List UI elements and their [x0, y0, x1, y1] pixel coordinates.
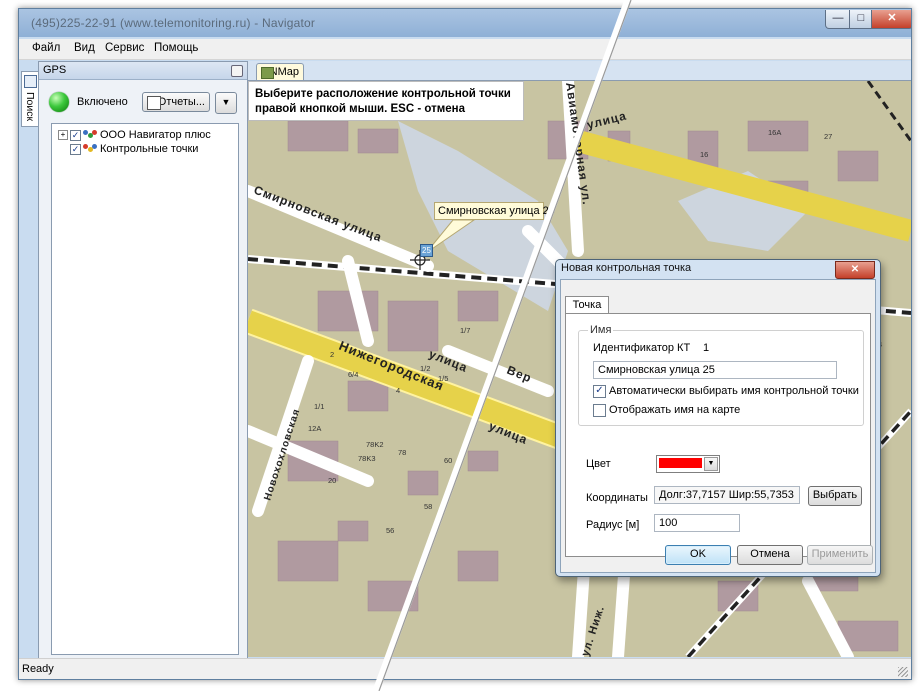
dialog-close-button[interactable]: ✕ — [835, 261, 875, 279]
house-number: 1/1 — [314, 402, 324, 411]
tree-checkbox[interactable]: ✓ — [70, 129, 81, 141]
show-name-checkbox[interactable] — [593, 404, 606, 417]
color-picker[interactable]: ▼ — [656, 455, 720, 473]
side-tab-label: Поиск — [24, 92, 36, 122]
house-number: 78K2 — [366, 440, 384, 449]
window-title: (495)225-22-91 (www.telemonitoring.ru) -… — [31, 16, 316, 30]
house-number: 78 — [398, 448, 406, 457]
map-tab-strip: NMap — [248, 61, 911, 81]
ok-button[interactable]: OK — [665, 545, 731, 565]
dialog-body: Точка Имя Идентификатор КТ 1 Смирновская… — [560, 279, 876, 573]
map-hint: Выберите расположение контрольной точки … — [248, 81, 524, 121]
house-number: 27 — [824, 132, 832, 141]
house-number: 12A — [308, 424, 321, 433]
status-text: Ready — [22, 663, 54, 675]
title-bar[interactable]: (495)225-22-91 (www.telemonitoring.ru) -… — [19, 9, 911, 37]
tree-node-checkpoints[interactable]: ✓ Контрольные точки — [58, 143, 198, 157]
tree-node-label: ООО Навигатор плюс — [100, 129, 211, 141]
dialog-title: Новая контрольная точка — [561, 262, 692, 274]
map-tab-label: NMap — [269, 66, 299, 78]
close-button[interactable]: ✕ — [871, 10, 911, 29]
report-icon — [147, 96, 161, 110]
menu-file[interactable]: Файл — [32, 42, 60, 54]
house-number: 60 — [444, 456, 452, 465]
id-value: 1 — [703, 342, 710, 354]
tree-node-company[interactable]: + ✓ ООО Навигатор плюс — [58, 129, 211, 143]
cancel-button[interactable]: Отмена — [737, 545, 803, 565]
tree-checkbox[interactable]: ✓ — [70, 143, 81, 155]
house-number: 56 — [386, 526, 394, 535]
object-tree[interactable]: + ✓ ООО Навигатор плюс ✓ Контрольные точки — [51, 123, 239, 655]
status-label: Включено — [77, 96, 128, 108]
dialog-tab-page: Имя Идентификатор КТ 1 Смирновская улица… — [565, 313, 871, 557]
menu-help[interactable]: Помощь — [154, 42, 198, 54]
house-number: 1/5 — [438, 374, 448, 383]
pin-icon[interactable] — [231, 65, 243, 77]
house-number: 78K3 — [358, 454, 376, 463]
coords-field[interactable]: Долг:37,7157 Шир:55,7353 — [654, 486, 800, 504]
menu-service[interactable]: Сервис — [105, 42, 144, 54]
show-name-label: Отображать имя на карте — [609, 404, 741, 416]
auto-name-label: Автоматически выбирать имя контрольной т… — [609, 385, 859, 397]
minimize-button[interactable]: — — [825, 10, 851, 29]
name-group: Имя Идентификатор КТ 1 Смирновская улица… — [578, 324, 864, 426]
choose-button[interactable]: Выбрать — [808, 486, 862, 506]
house-number: 4 — [396, 386, 400, 395]
house-number: 58 — [424, 502, 432, 511]
expand-icon[interactable]: + — [58, 130, 68, 141]
reports-button[interactable]: Отчеты... — [142, 92, 210, 112]
map-icon — [261, 67, 274, 79]
house-number: 6/4 — [348, 370, 358, 379]
auto-name-checkbox[interactable]: ✓ — [593, 385, 606, 398]
house-number: 16A — [768, 128, 781, 137]
tab-point[interactable]: Точка — [565, 296, 609, 314]
reports-dropdown-button[interactable]: ▼ — [215, 92, 237, 114]
color-swatch — [659, 458, 702, 468]
app-window: (495)225-22-91 (www.telemonitoring.ru) -… — [18, 8, 912, 680]
chevron-down-icon[interactable]: ▼ — [704, 457, 718, 471]
house-number: 2 — [330, 350, 334, 359]
menu-view[interactable]: Вид — [74, 42, 95, 54]
id-label: Идентификатор КТ — [593, 342, 691, 354]
point-callout: Смирновская улица 25 — [434, 202, 555, 220]
status-led-icon — [49, 92, 69, 112]
reports-button-label: Отчеты... — [157, 96, 205, 108]
apply-button: Применить — [807, 545, 873, 565]
house-number: 1/7 — [460, 326, 470, 335]
house-number: 20 — [328, 476, 336, 485]
gps-panel-header: GPS — [39, 62, 247, 80]
vehicle-group-icon — [83, 130, 97, 140]
tree-node-label: Контрольные точки — [100, 143, 199, 155]
search-side-tab[interactable]: Поиск — [21, 71, 38, 127]
color-label: Цвет — [586, 458, 611, 470]
name-group-caption: Имя — [588, 324, 614, 336]
gps-panel: GPS Включено Отчеты... ▼ + ✓ ООО Навигатор… — [38, 61, 248, 659]
resize-grip-icon[interactable] — [898, 667, 908, 677]
menu-bar: Файл Вид Сервис Помощь — [19, 39, 911, 60]
maximize-button[interactable]: □ — [849, 10, 873, 29]
tab-nmap[interactable]: NMap — [256, 63, 304, 80]
radius-label: Радиус [м] — [586, 519, 640, 531]
checkpoint-group-icon — [83, 144, 97, 154]
gps-panel-title: GPS — [43, 64, 67, 76]
status-bar: Ready — [19, 658, 911, 679]
house-number: 1/2 — [420, 364, 430, 373]
search-panel-icon — [24, 75, 37, 88]
radius-field[interactable]: 100 — [654, 514, 740, 532]
name-field[interactable]: Смирновская улица 25 — [593, 361, 837, 379]
new-checkpoint-dialog: Новая контрольная точка ✕ Точка Имя Иден… — [555, 259, 881, 577]
coords-label: Координаты — [586, 492, 648, 504]
house-number: 16 — [700, 150, 708, 159]
checkpoint-marker-icon[interactable]: 25 — [420, 244, 433, 257]
